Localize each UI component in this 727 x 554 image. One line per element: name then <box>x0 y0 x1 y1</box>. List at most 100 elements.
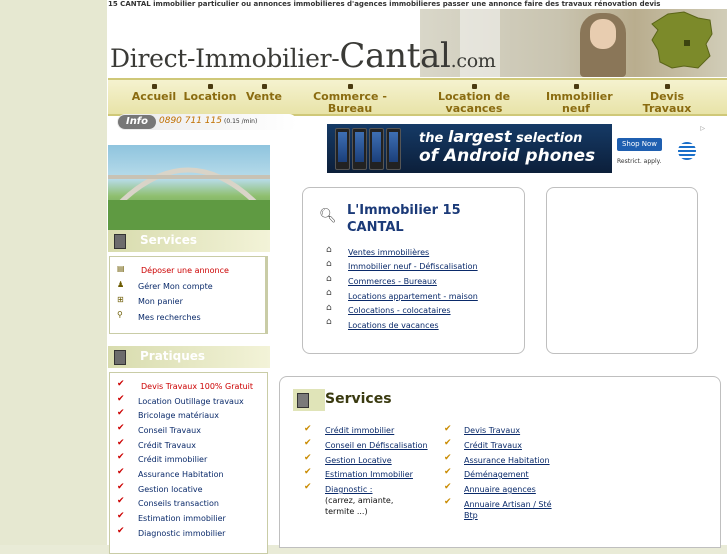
user-icon: ♟ <box>117 280 125 289</box>
check-icon: ✔ <box>444 467 452 477</box>
france-map-icon <box>651 11 713 69</box>
check-icon: ✔ <box>444 497 452 507</box>
svc-demenagement[interactable]: Déménagement <box>464 470 529 479</box>
svc-credit-travaux[interactable]: Crédit Travaux <box>464 441 522 450</box>
shop-now-button[interactable]: Shop Now <box>617 138 662 151</box>
clipboard-icon: ▤ <box>117 264 125 273</box>
check-icon: ✔ <box>117 511 125 521</box>
ad-shop-panel: ▷ Shop Now Restrict. apply. <box>612 124 708 173</box>
link-locations-appartement[interactable]: Locations appartement - maison <box>348 292 478 301</box>
sidebar-diagnostic-immobilier[interactable]: Diagnostic immobilier <box>138 529 225 538</box>
house-icon: ⌂ <box>326 274 332 284</box>
sidebar-gestion-locative[interactable]: Gestion locative <box>138 485 203 494</box>
svc-annuaire-artisan[interactable]: Annuaire Artisan / Sté <box>464 500 552 509</box>
document-icon <box>114 350 126 365</box>
cart-icon: ⊞ <box>117 295 124 304</box>
svc-assurance-habitation[interactable]: Assurance Habitation <box>464 456 550 465</box>
info-price: (0.15 /min) <box>224 118 258 125</box>
info-phone[interactable]: 0890 711 115 <box>159 116 222 126</box>
sidebar-credit-travaux[interactable]: Crédit Travaux <box>138 441 196 450</box>
sidebar-services-header: Services <box>108 230 270 252</box>
immobilier-box-title: L'Immobilier 15 CANTAL <box>347 203 461 235</box>
sidebar-mon-panier[interactable]: Mon panier <box>138 297 183 306</box>
nav-devis-travaux[interactable]: Devis Travaux <box>636 84 698 115</box>
ad-info-icon[interactable]: ▷ <box>700 125 705 132</box>
sidebar-conseils-transaction[interactable]: Conseils transaction <box>138 499 219 508</box>
nav-bullet-icon <box>151 84 157 89</box>
check-icon: ✔ <box>117 423 125 433</box>
nav-commerce-bureau[interactable]: Commerce - Bureau <box>304 84 396 115</box>
svc-credit-immobilier[interactable]: Crédit immobilier <box>325 426 394 435</box>
check-icon: ✔ <box>444 424 452 434</box>
sidebar-credit-immobilier[interactable]: Crédit immobilier <box>138 455 207 464</box>
check-icon: ✔ <box>117 496 125 506</box>
document-icon <box>114 234 126 249</box>
att-logo-icon <box>678 142 696 160</box>
phone-image <box>335 128 350 170</box>
link-immobilier-neuf[interactable]: Immobilier neuf - Défiscalisation <box>348 262 478 271</box>
phone-image <box>369 128 384 170</box>
check-icon: ✔ <box>304 438 312 448</box>
sidebar-devis-gratuit[interactable]: Devis Travaux 100% Gratuit <box>141 382 253 391</box>
nav-bullet-icon <box>664 84 670 89</box>
svc-annuaire-artisan-btp[interactable]: Btp <box>464 511 478 520</box>
nav-accueil[interactable]: Accueil <box>126 84 182 103</box>
check-icon: ✔ <box>444 438 452 448</box>
diagnostic-note-2: termite ...) <box>325 507 368 516</box>
bridge-illustration <box>108 167 270 230</box>
check-icon: ✔ <box>304 482 312 492</box>
house-icon: ⌂ <box>326 317 332 327</box>
nav-bullet-icon <box>261 84 267 89</box>
nav-location[interactable]: Location <box>180 84 240 103</box>
link-colocations[interactable]: Colocations - colocataires <box>348 306 451 315</box>
house-icon: ⌂ <box>326 288 332 298</box>
sidebar-pratiques-header: Pratiques <box>108 346 270 368</box>
check-icon: ✔ <box>444 482 452 492</box>
check-icon: ✔ <box>117 408 125 418</box>
link-ventes-immobilieres[interactable]: Ventes immobilières <box>348 248 429 257</box>
check-icon: ✔ <box>304 424 312 434</box>
top-seo-text: 15 CANTAL immobilier particulier ou anno… <box>108 0 661 8</box>
phone-image <box>386 128 401 170</box>
nav-vente[interactable]: Vente <box>240 84 288 103</box>
nav-bullet-icon <box>471 84 477 89</box>
sidebar-estimation-immobilier[interactable]: Estimation immobilier <box>138 514 226 523</box>
diagnostic-note-1: (carrez, amiante, <box>325 496 394 505</box>
house-icon: ⌂ <box>326 245 332 255</box>
sidebar-assurance-habitation[interactable]: Assurance Habitation <box>138 470 224 479</box>
sidebar-gerer-compte[interactable]: Gérer Mon compte <box>138 282 213 291</box>
sidebar-location-outillage[interactable]: Location Outillage travaux <box>138 397 244 406</box>
ad-banner[interactable]: the largest selection of Android phones … <box>327 124 708 173</box>
svc-conseil-defiscalisation[interactable]: Conseil en Défiscalisation <box>325 441 428 450</box>
nav-bullet-icon <box>573 84 579 89</box>
svc-annuaire-agences[interactable]: Annuaire agences <box>464 485 536 494</box>
svc-diagnostic[interactable]: Diagnostic : <box>325 485 373 494</box>
house-icon: ⌂ <box>326 259 332 269</box>
sidebar-bricolage[interactable]: Bricolage matériaux <box>138 411 219 420</box>
check-icon: ✔ <box>304 453 312 463</box>
nav-immobilier-neuf[interactable]: Immobilier neuf <box>546 84 613 115</box>
nav-bullet-icon <box>207 84 213 89</box>
link-commerces-bureaux[interactable]: Commerces - Bureaux <box>348 277 437 286</box>
svc-estimation-immobilier[interactable]: Estimation Immobilier <box>325 470 413 479</box>
empty-ad-box <box>546 187 698 354</box>
nav-bullet-icon <box>347 84 353 89</box>
svc-gestion-locative[interactable]: Gestion Locative <box>325 456 392 465</box>
nav-location-vacances[interactable]: Location de vacances <box>424 84 524 115</box>
document-icon <box>297 393 309 408</box>
sidebar-shadow <box>265 256 268 334</box>
check-icon: ✔ <box>117 394 125 404</box>
check-icon: ✔ <box>117 482 125 492</box>
sidebar-conseil-travaux[interactable]: Conseil Travaux <box>138 426 201 435</box>
link-locations-vacances[interactable]: Locations de vacances <box>348 321 439 330</box>
check-icon: ✔ <box>117 438 125 448</box>
svc-devis-travaux[interactable]: Devis Travaux <box>464 426 520 435</box>
phone-image <box>352 128 367 170</box>
check-icon: ✔ <box>117 467 125 477</box>
check-icon: ✔ <box>117 526 125 536</box>
magnifier-icon: 🔍︎ <box>319 208 337 224</box>
sidebar-deposer-annonce[interactable]: Déposer une annonce <box>141 266 229 275</box>
site-logo[interactable]: Direct-Immobilier-Cantal.com <box>110 36 496 76</box>
check-icon: ✔ <box>117 379 125 389</box>
sidebar-mes-recherches[interactable]: Mes recherches <box>138 313 201 322</box>
